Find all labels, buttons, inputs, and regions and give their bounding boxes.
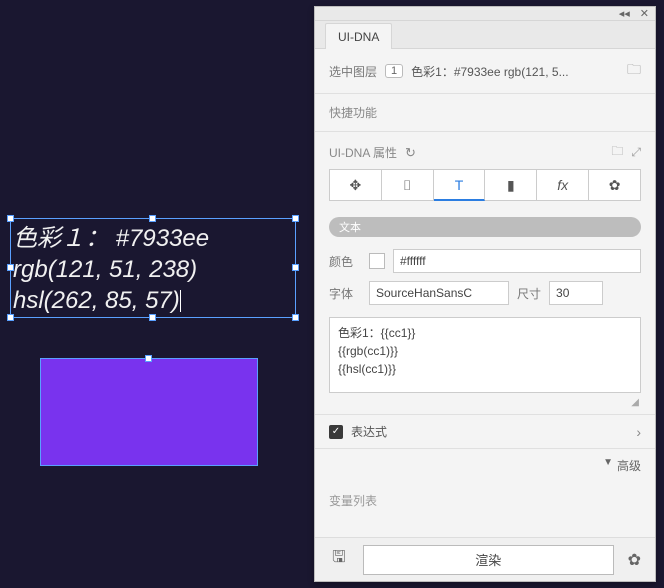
color-label: 颜色 (329, 253, 361, 270)
settings-icon[interactable]: ✿ (628, 550, 641, 570)
text-icon[interactable]: T (434, 169, 486, 201)
expression-checkbox[interactable]: ✓ (329, 425, 343, 439)
handle-bot-mid[interactable] (149, 314, 156, 321)
move-icon[interactable]: ✥ (329, 169, 382, 201)
font-row: 字体 尺寸 (315, 277, 655, 309)
render-button[interactable]: 渲染 (363, 545, 614, 575)
color-input[interactable] (393, 249, 641, 273)
color-row: 颜色 (315, 245, 655, 277)
props-title: UI-DNA 属性 (329, 144, 397, 161)
advanced-row[interactable]: ▼ 高级 (315, 449, 655, 482)
font-label: 字体 (329, 285, 361, 302)
font-input[interactable] (369, 281, 509, 305)
handle-top-mid[interactable] (149, 215, 156, 222)
fx-icon[interactable]: fx (537, 169, 589, 201)
close-icon[interactable]: ✕ (640, 7, 649, 20)
handle-top-left[interactable] (7, 215, 14, 222)
folder-icon[interactable]: 🗀 (627, 59, 641, 83)
size-label: 尺寸 (517, 285, 541, 302)
handle-bot-left[interactable] (7, 314, 14, 321)
selected-name: 色彩1：#7933ee rgb(121, 5... (411, 63, 619, 80)
expression-label: 表达式 (351, 423, 387, 440)
textarea-resize-icon[interactable]: ◢ (315, 397, 655, 414)
panel-chrome: ◂◂ ✕ (315, 7, 655, 21)
ui-dna-panel: ◂◂ ✕ UI-DNA 选中图层 1 色彩1：#7933ee rgb(121, … (314, 6, 656, 582)
selected-label: 选中图层 (329, 63, 377, 80)
color-swatch[interactable] (369, 253, 385, 269)
text-cursor (180, 290, 181, 312)
handle-rect-top[interactable] (145, 355, 152, 362)
skew-icon[interactable]: ⌷ (382, 169, 434, 201)
selected-layer-section: 选中图层 1 色彩1：#7933ee rgb(121, 5... 🗀 (315, 49, 655, 94)
panel-tabbar: UI-DNA (315, 21, 655, 49)
props-header: UI-DNA 属性 ↻ 🗀 ⤢ (315, 132, 655, 169)
archive-icon[interactable]: 🗀 (611, 142, 623, 163)
chevron-right-icon[interactable]: › (636, 424, 641, 440)
refresh-icon[interactable]: ↻ (405, 145, 416, 161)
file-icon[interactable]: ▮ (485, 169, 537, 201)
size-input[interactable] (549, 281, 603, 305)
text-pill: 文本 (329, 217, 641, 237)
content-textarea[interactable] (329, 317, 641, 393)
text-line-1: 色彩１： #7933ee (13, 223, 293, 254)
save-icon[interactable]: 🖫 (329, 546, 349, 573)
selected-count: 1 (385, 64, 403, 78)
text-line-3: hsl(262, 85, 57) (13, 285, 293, 316)
text-line-2: rgb(121, 51, 238) (13, 254, 293, 285)
collapse-icon[interactable]: ◂◂ (619, 7, 630, 20)
expand-icon[interactable]: ⤢ (631, 145, 641, 160)
property-tabs: ✥ ⌷ T ▮ fx ✿ (315, 169, 655, 213)
rect-layer[interactable] (40, 358, 258, 466)
variable-list-label: 变量列表 (315, 482, 655, 537)
advanced-label: 高级 (617, 457, 641, 474)
canvas-area: 色彩１： #7933ee rgb(121, 51, 238) hsl(262, … (0, 0, 306, 588)
panel-footer: 🖫 渲染 ✿ (315, 537, 655, 581)
handle-mid-right[interactable] (292, 264, 299, 271)
triangle-down-icon: ▼ (603, 457, 613, 474)
tab-ui-dna[interactable]: UI-DNA (325, 23, 392, 49)
handle-top-right[interactable] (292, 215, 299, 222)
handle-mid-left[interactable] (7, 264, 14, 271)
gear-icon[interactable]: ✿ (589, 169, 641, 201)
text-layer-selection[interactable]: 色彩１： #7933ee rgb(121, 51, 238) hsl(262, … (10, 218, 296, 318)
quick-functions-label: 快捷功能 (315, 94, 655, 132)
handle-bot-right[interactable] (292, 314, 299, 321)
expression-row[interactable]: ✓ 表达式 › (315, 414, 655, 449)
